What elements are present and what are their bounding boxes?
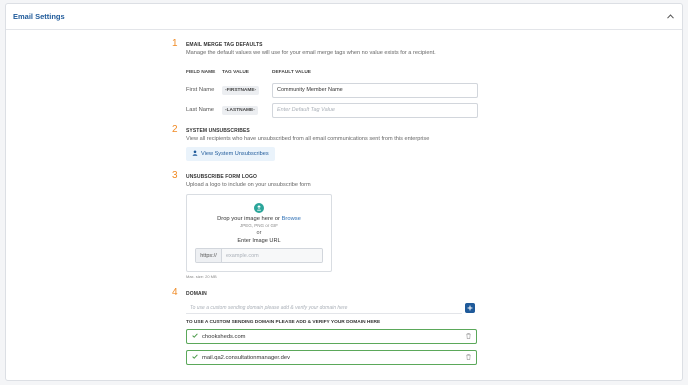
domain-name: chooksheds.com [202, 333, 246, 340]
formats-hint: JPEG, PNG or GIF [239, 223, 278, 228]
section-title: SYSTEM UNSUBSCRIBES [186, 128, 250, 134]
user-icon [192, 150, 198, 158]
section-description: Manage the default values we will use fo… [186, 50, 436, 56]
or-separator: or [256, 230, 262, 236]
view-unsubscribes-button[interactable]: View System Unsubscribes [186, 147, 275, 161]
card-header[interactable]: Email Settings [6, 4, 682, 30]
step-number: 1 [172, 38, 178, 49]
image-url-input[interactable]: example.com [222, 249, 322, 262]
section-description: View all recipients who have unsubscribe… [186, 136, 430, 142]
domain-name: mail.qa2.consultationmanager.dev [202, 354, 290, 361]
step-number: 2 [172, 124, 178, 135]
image-url-field[interactable]: https:// example.com [195, 248, 323, 263]
step-number: 4 [172, 287, 178, 298]
section-title: EMAIL MERGE TAG DEFAULTS [186, 42, 263, 48]
default-value-input[interactable]: Enter Default Tag Value [272, 102, 478, 118]
domain-note: TO USE A CUSTOM SENDING DOMAIN PLEASE AD… [186, 320, 381, 325]
unsubscribe-logo-section: 3 UNSUBSCRIBE FORM LOGO Upload a logo to… [172, 170, 496, 279]
page-title: Email Settings [13, 12, 65, 21]
system-unsubscribes-section: 2 SYSTEM UNSUBSCRIBES View all recipient… [172, 124, 496, 161]
domain-section: 4 DOMAIN To use a custom sending domain … [172, 287, 496, 365]
trash-icon[interactable] [466, 332, 471, 341]
button-label: View System Unsubscribes [201, 151, 269, 157]
section-title: DOMAIN [186, 291, 207, 297]
default-value-input[interactable]: Community Member Name [272, 82, 478, 98]
field-label: First Name [186, 87, 215, 93]
merge-tag-section: 1 EMAIL MERGE TAG DEFAULTS Manage the de… [172, 38, 496, 118]
tag-badge: -FIRSTNAME- [222, 86, 260, 95]
url-prefix: https:// [196, 249, 222, 262]
field-label: Last Name [186, 107, 215, 113]
drop-text: Drop your image here or [217, 216, 280, 222]
tag-badge: -LASTNAME- [222, 106, 258, 115]
column-headers: FIELD NAME TAG VALUE DEFAULT VALUE [186, 70, 496, 75]
section-title: UNSUBSCRIBE FORM LOGO [186, 174, 257, 180]
image-url-label: Enter Image URL [237, 238, 281, 244]
col-field-name: FIELD NAME [186, 70, 216, 75]
section-description: Upload a logo to include on your unsubsc… [186, 182, 311, 188]
domain-item: mail.qa2.consultationmanager.dev [186, 350, 477, 365]
trash-icon[interactable] [466, 353, 471, 362]
max-size-hint: Max. size: 20 MB [186, 274, 217, 279]
upload-icon [254, 203, 264, 213]
merge-row: First Name -FIRSTNAME- Community Member … [186, 82, 496, 98]
merge-row: Last Name -LASTNAME- Enter Default Tag V… [186, 102, 496, 118]
browse-link[interactable]: Browse [282, 216, 301, 222]
check-icon [192, 333, 198, 340]
step-number: 3 [172, 170, 178, 181]
domain-input[interactable]: To use a custom sending domain please ad… [186, 302, 462, 314]
check-icon [192, 354, 198, 361]
add-domain-button[interactable] [465, 303, 475, 313]
chevron-up-icon[interactable] [665, 12, 675, 22]
domain-item: chooksheds.com [186, 329, 477, 344]
email-settings-card: Email Settings 1 EMAIL MERGE TAG DEFAULT… [5, 3, 683, 381]
logo-dropzone[interactable]: Drop your image here or Browse JPEG, PNG… [186, 194, 332, 272]
col-default-value: DEFAULT VALUE [272, 70, 311, 75]
col-tag-value: TAG VALUE [222, 70, 250, 75]
